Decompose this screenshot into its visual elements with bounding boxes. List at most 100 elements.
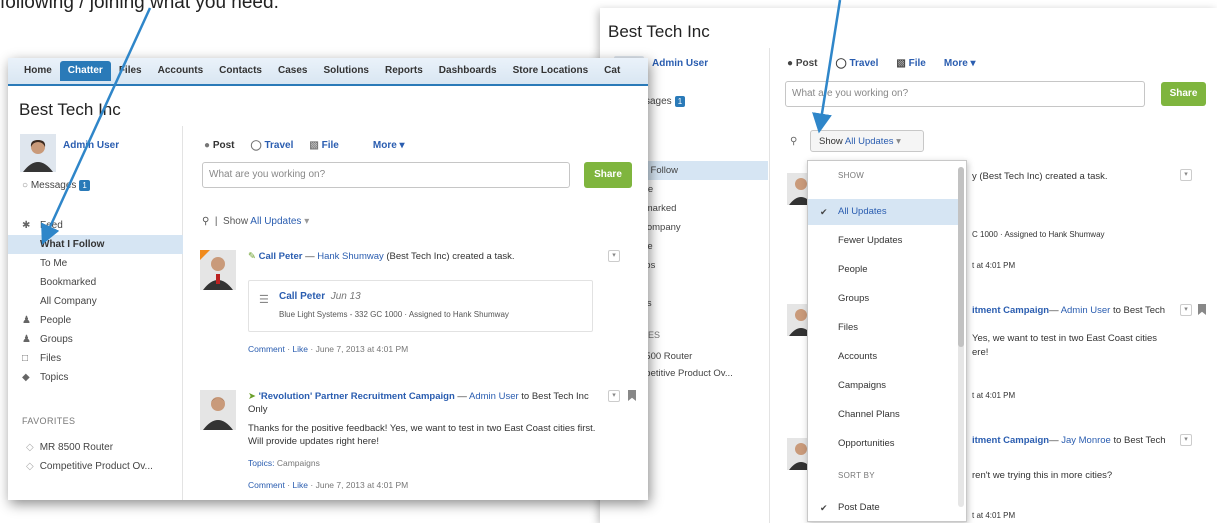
feed-snippet: t at 4:01 PM — [972, 511, 1016, 520]
dropdown-item[interactable]: Channel Plans — [808, 402, 958, 428]
share-button[interactable]: Share — [584, 162, 632, 188]
nav-people[interactable]: ♟ People — [8, 311, 183, 330]
tab-more[interactable]: More ▾ — [373, 140, 405, 151]
nav-files[interactable]: □ Files — [8, 349, 183, 368]
feed-item[interactable]: Me — [640, 180, 768, 199]
diamond-icon: ◇ — [26, 461, 34, 472]
post-input[interactable]: What are you working on? — [202, 162, 570, 188]
post-timestamp[interactable]: June 7, 2013 at 4:01 PM — [316, 480, 409, 490]
task-card[interactable]: ☰ Call Peter Jun 13 Blue Light Systems -… — [248, 280, 593, 332]
feed-item[interactable]: ups — [640, 256, 768, 275]
nav-feed[interactable]: ✱ Feed — [8, 216, 183, 235]
right-window: Best Tech Inc Admin User ssages1 d t I F… — [600, 8, 1217, 523]
chevron-down-icon[interactable]: ▾ — [608, 250, 620, 262]
favorite-item[interactable]: ◇ Competitive Product Ov... — [26, 457, 153, 476]
nav-all-company[interactable]: All Company — [8, 292, 183, 311]
tab-travel[interactable]: ◯ Travel — [836, 58, 879, 69]
tab-chatter[interactable]: Chatter — [59, 61, 111, 81]
comment-link[interactable]: Comment — [248, 480, 285, 490]
chevron-down-icon[interactable]: ▾ — [1180, 434, 1192, 446]
post-header-rest: (Best Tech Inc) created a task. — [383, 251, 515, 262]
nav-bookmarked[interactable]: Bookmarked — [8, 273, 183, 292]
diamond-icon: ◇ — [26, 442, 34, 453]
author-link[interactable]: Admin User — [1061, 305, 1111, 316]
favorite-item[interactable]: npetitive Product Ov... — [640, 365, 733, 382]
feed-icon: ✱ — [22, 220, 31, 231]
tab-home[interactable]: Home — [16, 61, 60, 81]
dropdown-sort-header: SORT BY — [838, 471, 875, 480]
tab-more[interactable]: More ▾ — [944, 58, 976, 69]
feed-item[interactable]: d — [640, 142, 768, 161]
user-name-link[interactable]: Admin User — [652, 58, 708, 69]
tab-travel[interactable]: ◯ Travel — [251, 140, 294, 151]
dropdown-item[interactable]: Accounts — [808, 344, 958, 370]
dropdown-item-all-updates[interactable]: ✔ All Updates — [808, 199, 958, 225]
tab-cat[interactable]: Cat — [596, 61, 628, 81]
tab-post[interactable]: ● Post — [204, 140, 235, 151]
search-icon[interactable]: ⚲ — [790, 136, 797, 147]
dropdown-item[interactable]: Opportunities — [808, 431, 958, 457]
campaign-link[interactable]: itment Campaign — [972, 435, 1049, 446]
campaign-link[interactable]: 'Revolution' Partner Recruitment Campaig… — [259, 391, 455, 402]
feed-item[interactable]: Company — [640, 218, 768, 237]
dropdown-item[interactable]: Files — [808, 315, 958, 341]
chevron-down-icon[interactable]: ▾ — [1180, 304, 1192, 316]
dropdown-item[interactable]: Campaigns — [808, 373, 958, 399]
tab-post[interactable]: ● Post — [787, 58, 818, 69]
search-icon[interactable]: ⚲ — [202, 216, 209, 227]
tab-reports[interactable]: Reports — [377, 61, 431, 81]
share-button[interactable]: Share — [1161, 82, 1206, 106]
bookmark-icon[interactable] — [628, 390, 636, 401]
avatar[interactable] — [20, 134, 56, 172]
show-filter[interactable]: ⚲ | Show All Updates ▾ — [202, 216, 309, 227]
tab-file[interactable]: ▧ File — [896, 58, 925, 69]
topic-link[interactable]: Campaigns — [277, 458, 320, 468]
dropdown-item-post-date[interactable]: ✔ Post Date — [808, 495, 958, 521]
author-link[interactable]: Jay Monroe — [1061, 435, 1111, 446]
dropdown-item[interactable]: Fewer Updates — [808, 228, 958, 254]
user-name-link[interactable]: Admin User — [63, 140, 119, 151]
nav-groups[interactable]: ♟ Groups — [8, 330, 183, 349]
campaign-link[interactable]: itment Campaign — [972, 305, 1049, 316]
dropdown-item[interactable]: People — [808, 257, 958, 283]
like-link[interactable]: Like — [292, 480, 308, 490]
nav-topics[interactable]: ◆ Topics — [8, 368, 183, 387]
post-avatar[interactable] — [200, 390, 236, 430]
show-label: Show — [819, 136, 843, 147]
post-timestamp[interactable]: June 7, 2013 at 4:01 PM — [316, 344, 409, 354]
tab-solutions[interactable]: Solutions — [315, 61, 377, 81]
tab-file[interactable]: ▧ File — [309, 140, 338, 151]
favorite-item[interactable]: ◇ MR 8500 Router — [26, 438, 153, 457]
tab-cases[interactable]: Cases — [270, 61, 315, 81]
tab-travel-label: Travel — [849, 58, 879, 69]
bookmark-icon[interactable] — [1198, 304, 1206, 315]
author-link[interactable]: Hank Shumway — [317, 251, 384, 262]
chevron-down-icon[interactable]: ▾ — [1180, 169, 1192, 181]
post-actions: Comment · Like · June 7, 2013 at 4:01 PM — [248, 344, 408, 354]
tab-contacts[interactable]: Contacts — [211, 61, 270, 81]
feed-item[interactable]: ics — [640, 294, 768, 313]
feed-item[interactable]: kmarked — [640, 199, 768, 218]
task-card-subtitle: Blue Light Systems - 332 GC 1000 · Assig… — [279, 310, 509, 319]
tab-store-locations[interactable]: Store Locations — [505, 61, 597, 81]
post-input[interactable]: What are you working on? — [785, 81, 1145, 107]
nav-what-i-follow[interactable]: What I Follow — [8, 235, 183, 254]
feed-item[interactable]: ple — [640, 237, 768, 256]
post-avatar[interactable] — [200, 250, 236, 290]
like-link[interactable]: Like — [292, 344, 308, 354]
task-link[interactable]: Call Peter — [259, 251, 303, 262]
feed-item[interactable]: s — [640, 275, 768, 294]
show-filter-button[interactable]: Show All Updates ▾ — [810, 130, 924, 152]
tab-files[interactable]: Files — [111, 61, 150, 81]
chevron-down-icon[interactable]: ▾ — [608, 390, 620, 402]
dropdown-item[interactable]: Groups — [808, 286, 958, 312]
tab-accounts[interactable]: Accounts — [150, 61, 212, 81]
nav-to-me[interactable]: To Me — [8, 254, 183, 273]
comment-link[interactable]: Comment — [248, 344, 285, 354]
dropdown-scrollbar[interactable] — [958, 167, 964, 507]
author-link[interactable]: Admin User — [469, 391, 519, 402]
task-card-title-link[interactable]: Call Peter — [279, 291, 325, 302]
favorite-item[interactable]: 8500 Router — [640, 348, 733, 365]
messages-link[interactable]: ○ Messages 1 — [22, 180, 90, 191]
tab-dashboards[interactable]: Dashboards — [431, 61, 505, 81]
